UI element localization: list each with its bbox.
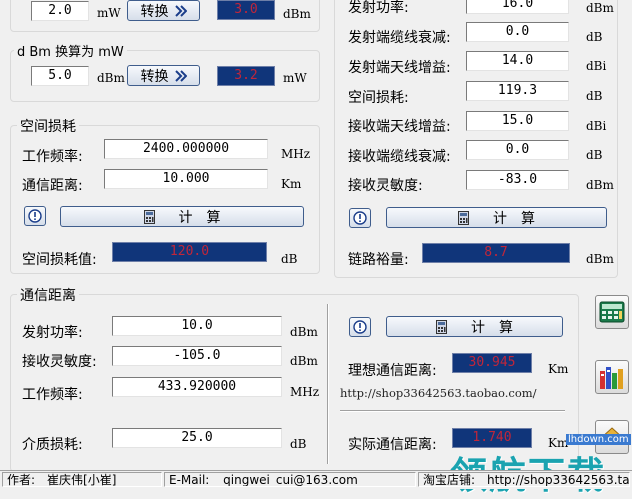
comm-distance-divider	[327, 304, 329, 464]
tx-cable-input[interactable]: 0.0	[466, 22, 569, 42]
tx-cable-label: 发射端缆线衰减:	[348, 30, 451, 46]
dbm-input[interactable]: 5.0	[31, 66, 89, 86]
dbm-to-mw-result-unit: mW	[283, 71, 307, 85]
mw-convert-button[interactable]: 转换	[127, 0, 200, 21]
distance-unit: Km	[281, 177, 302, 191]
space-loss-result-label: 空间损耗值:	[22, 252, 97, 268]
status-shop[interactable]: 淘宝店铺: http://shop33642563.taobao.com	[418, 472, 630, 487]
mw-input[interactable]: 2.0	[31, 1, 89, 21]
double-arrow-icon	[174, 69, 187, 82]
tx-power-label: 发射功率:	[348, 0, 409, 16]
rx-ant-label: 接收端天线增益:	[348, 119, 451, 135]
link-margin-label: 链路裕量:	[348, 252, 409, 268]
status-email-value[interactable]: qingwei_cui@163.com	[223, 473, 358, 486]
info-icon	[28, 209, 42, 223]
space-loss-calc-label: 计 算	[178, 209, 221, 226]
cd-freq-label: 工作频率:	[22, 387, 83, 403]
mw-input-unit: mW	[97, 6, 121, 20]
comm-distance-hdivider	[340, 410, 565, 412]
ideal-distance-result: 30.945	[452, 353, 532, 373]
rx-cable-unit: dB	[586, 148, 603, 162]
cd-rx-sens-unit: dBm	[290, 354, 318, 368]
status-email-label: E-Mail:	[169, 473, 210, 487]
dbm-convert-label: 转换	[140, 68, 169, 85]
mw-to-dbm-result-unit: dBm	[283, 7, 311, 21]
space-loss-title: 空间损耗	[17, 116, 79, 136]
info-icon	[353, 320, 367, 334]
calculator-icon	[458, 210, 469, 225]
rx-ant-unit: dBi	[586, 119, 607, 133]
freq-input[interactable]: 2400.000000	[104, 139, 268, 159]
ideal-distance-label: 理想通信距离:	[348, 363, 437, 379]
tx-power-input[interactable]: 16.0	[466, 0, 569, 14]
watermark-site: lhdown.com	[566, 434, 631, 445]
tx-cable-unit: dB	[586, 30, 603, 44]
space-loss-calc-button[interactable]: 计 算	[60, 206, 304, 227]
comm-distance-calc-label: 计 算	[471, 319, 513, 336]
books-tool-button[interactable]	[595, 360, 629, 394]
cd-tx-power-unit: dBm	[290, 325, 318, 339]
double-arrow-icon	[174, 4, 187, 17]
calculator-tool-button[interactable]	[595, 295, 629, 329]
rx-sens-input[interactable]: -83.0	[466, 170, 569, 190]
calculator-icon	[143, 209, 155, 224]
tx-power-unit: dBm	[586, 1, 614, 15]
calculator-icon	[599, 301, 625, 323]
cd-freq-unit: MHz	[290, 385, 320, 399]
cd-tx-power-label: 发射功率:	[22, 325, 83, 341]
rx-sens-label: 接收灵敏度:	[348, 178, 423, 194]
cd-medium-input[interactable]: 25.0	[112, 428, 282, 448]
distance-label: 通信距离:	[22, 178, 83, 194]
comm-distance-calc-button[interactable]: 计 算	[386, 316, 563, 337]
space-loss-input-label: 空间损耗:	[348, 90, 409, 106]
cd-rx-sens-label: 接收灵敏度:	[22, 354, 97, 370]
comm-distance-title: 通信距离	[17, 285, 79, 305]
distance-input[interactable]: 10.000	[104, 169, 268, 189]
cd-medium-label: 介质损耗:	[22, 437, 83, 453]
dbm-input-unit: dBm	[97, 71, 125, 85]
link-margin-unit: dBm	[586, 252, 614, 266]
mw-to-dbm-result: 3.0	[217, 0, 275, 20]
dbm-convert-button[interactable]: 转换	[127, 65, 200, 86]
link-margin-result: 8.7	[422, 243, 570, 263]
shop-url[interactable]: http://shop33642563.taobao.com/	[340, 386, 537, 400]
rx-sens-unit: dBm	[586, 178, 614, 192]
status-author: 作者: 崔庆伟[小崔]	[2, 472, 162, 487]
cd-freq-input[interactable]: 433.920000	[112, 377, 282, 397]
dbm-to-mw-title: d Bm 换算为 mW	[14, 41, 127, 60]
link-budget-calc-button[interactable]: 计 算	[386, 207, 607, 228]
info-icon	[353, 211, 367, 225]
tx-ant-unit: dBi	[586, 59, 607, 73]
books-icon	[600, 367, 623, 389]
cd-tx-power-input[interactable]: 10.0	[112, 316, 282, 336]
link-budget-calc-label: 计 算	[493, 210, 535, 227]
freq-unit: MHz	[281, 147, 311, 161]
link-budget-info-button[interactable]	[349, 208, 371, 228]
mw-convert-label: 转换	[140, 3, 169, 20]
rx-cable-label: 接收端缆线衰减:	[348, 149, 451, 165]
space-loss-input-unit: dB	[586, 89, 603, 103]
rx-cable-input[interactable]: 0.0	[466, 140, 569, 160]
freq-label: 工作频率:	[22, 149, 83, 165]
status-bar: 作者: 崔庆伟[小崔] E-Mail: qingwei_cui@163.com …	[0, 470, 632, 489]
tx-ant-label: 发射端天线增益:	[348, 60, 451, 76]
space-loss-result-unit: dB	[281, 252, 298, 266]
tx-ant-input[interactable]: 14.0	[466, 51, 569, 71]
rx-ant-input[interactable]: 15.0	[466, 111, 569, 131]
ideal-distance-unit: Km	[548, 362, 569, 376]
comm-distance-info-button[interactable]	[349, 317, 371, 337]
calculator-icon	[436, 319, 447, 334]
status-email: E-Mail: qingwei_cui@163.com	[164, 472, 416, 487]
space-loss-result: 120.0	[112, 242, 267, 262]
actual-distance-label: 实际通信距离:	[348, 437, 437, 453]
cd-rx-sens-input[interactable]: -105.0	[112, 346, 282, 366]
dbm-to-mw-result: 3.2	[217, 66, 275, 86]
cd-medium-unit: dB	[290, 437, 307, 451]
space-loss-info-button[interactable]	[24, 206, 46, 226]
space-loss-input[interactable]: 119.3	[466, 81, 569, 101]
